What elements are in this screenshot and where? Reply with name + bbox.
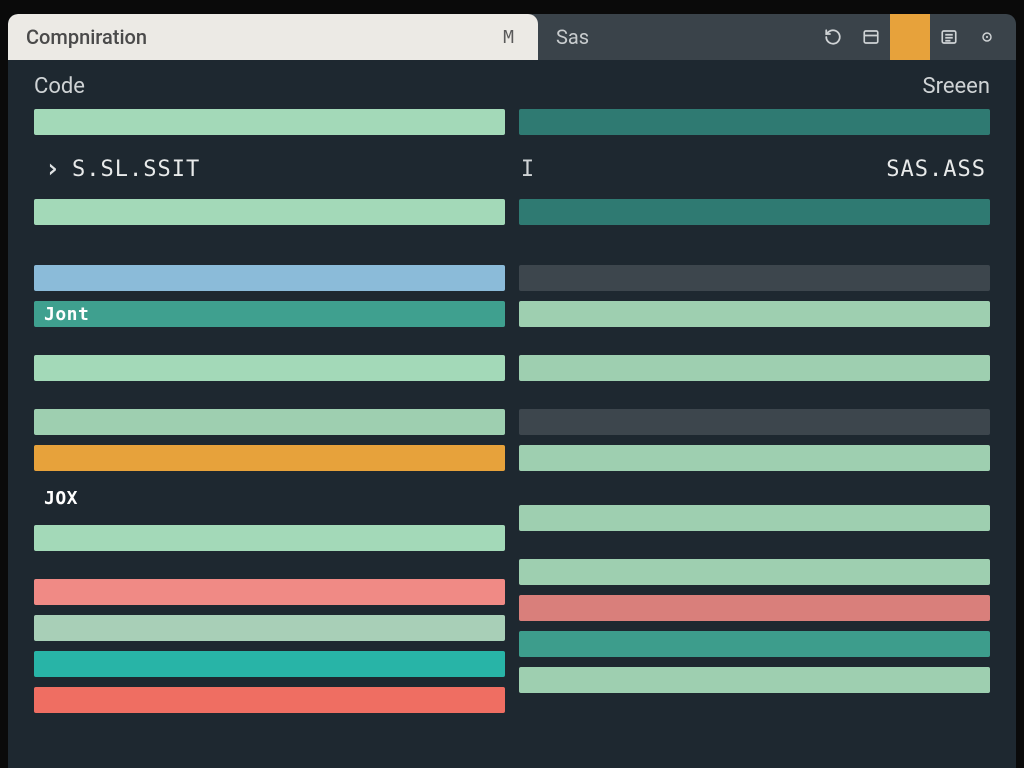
right-row[interactable] — [519, 301, 990, 327]
refresh-icon[interactable] — [814, 14, 852, 60]
selector-row-right: I SAS.ASS — [519, 147, 990, 191]
spacer — [519, 337, 990, 355]
tab-active-suffix: M — [503, 27, 514, 48]
right-row[interactable] — [519, 445, 990, 471]
spacer — [34, 561, 505, 579]
right-row[interactable] — [519, 505, 990, 531]
left-row[interactable] — [34, 265, 505, 291]
left-row[interactable] — [34, 355, 505, 381]
tab-inactive-title: Sas — [556, 25, 589, 49]
tab-inactive[interactable]: Sas — [538, 14, 607, 60]
right-row[interactable] — [519, 109, 990, 135]
left-row[interactable] — [34, 525, 505, 551]
right-row[interactable] — [519, 265, 990, 291]
spacer — [519, 541, 990, 559]
chevron-right-icon: › — [34, 154, 72, 184]
right-column: I SAS.ASS — [519, 109, 990, 768]
header-right: Sreeen — [923, 74, 990, 99]
selector-left-text: S.SL.SSIT — [72, 157, 200, 182]
right-row[interactable] — [519, 355, 990, 381]
list-icon[interactable] — [930, 14, 968, 60]
left-row[interactable] — [34, 651, 505, 677]
selector-right-text: SAS.ASS — [886, 157, 990, 182]
spacer — [34, 337, 505, 355]
spacer — [519, 487, 990, 505]
left-row[interactable] — [34, 409, 505, 435]
panel-icon[interactable] — [852, 14, 890, 60]
body: ›S.SL.SSIT Jont JOX I SAS.ASS — [8, 109, 1016, 768]
left-row[interactable] — [34, 579, 505, 605]
spacer — [519, 391, 990, 409]
right-row[interactable] — [519, 631, 990, 657]
left-column: ›S.SL.SSIT Jont JOX — [34, 109, 505, 768]
app-window: Compniration M Sas — [8, 14, 1016, 768]
right-row[interactable] — [519, 409, 990, 435]
right-row[interactable] — [519, 559, 990, 585]
right-row[interactable] — [519, 595, 990, 621]
spacer — [34, 235, 505, 265]
toolbar — [814, 14, 1016, 60]
highlight-icon[interactable] — [890, 14, 930, 60]
tab-active-title: Compniration — [26, 25, 503, 49]
spacer — [519, 235, 990, 265]
left-row: JOX — [34, 481, 505, 515]
left-row[interactable] — [34, 109, 505, 135]
selector-separator: I — [519, 157, 537, 182]
left-row[interactable] — [34, 445, 505, 471]
spacer — [34, 391, 505, 409]
selector-row[interactable]: ›S.SL.SSIT — [34, 147, 505, 191]
left-row[interactable] — [34, 199, 505, 225]
column-headers: Code Sreeen — [8, 60, 1016, 109]
left-row[interactable] — [34, 615, 505, 641]
tab-bar: Compniration M Sas — [8, 14, 1016, 60]
right-row[interactable] — [519, 199, 990, 225]
left-row[interactable] — [34, 687, 505, 713]
header-left: Code — [34, 74, 923, 99]
more-icon[interactable] — [968, 14, 1006, 60]
tab-active[interactable]: Compniration M — [8, 14, 538, 60]
right-row[interactable] — [519, 667, 990, 693]
left-row[interactable]: Jont — [34, 301, 505, 327]
